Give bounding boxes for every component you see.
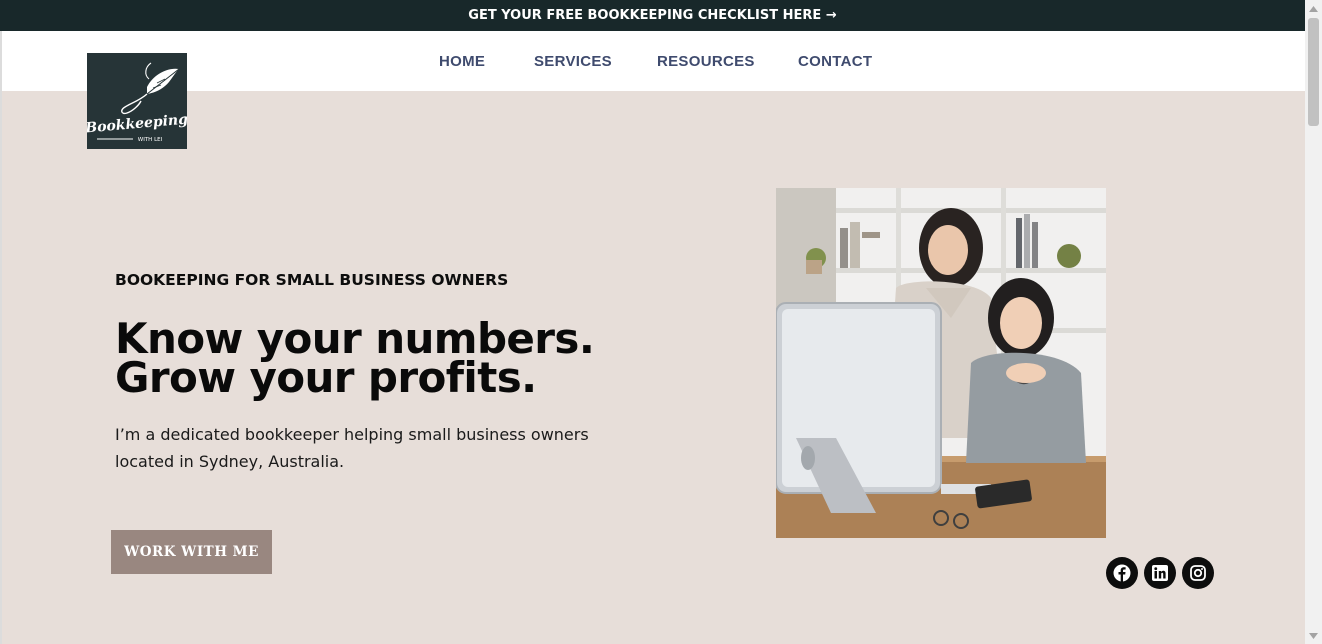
nav-item-resources[interactable]: RESOURCES [657, 53, 755, 70]
scroll-thumb[interactable] [1308, 18, 1319, 126]
announcement-bar[interactable]: GET YOUR FREE BOOKKEEPING CHECKLIST HERE… [0, 0, 1305, 31]
two-women-at-computer-photo [776, 188, 1106, 538]
nav-item-home[interactable]: HOME [439, 53, 485, 70]
logo-wordmark: Bookkeeping [87, 112, 187, 137]
hero-photo [776, 188, 1106, 538]
work-with-me-button[interactable]: WORK WITH ME [111, 530, 272, 574]
scroll-down-arrow[interactable] [1305, 627, 1322, 644]
quill-feather-icon: Bookkeeping WITH LEI [84, 62, 189, 143]
facebook-icon [1113, 564, 1131, 582]
logo-tagline: WITH LEI [138, 137, 163, 143]
hero-intro: I’m a dedicated bookkeeper helping small… [115, 425, 589, 471]
instagram-link[interactable] [1182, 557, 1214, 589]
page-scrollbar[interactable] [1305, 0, 1322, 644]
site-header: HOME SERVICES RESOURCES CONTACT [2, 31, 1305, 91]
main-nav: HOME SERVICES RESOURCES CONTACT [2, 31, 1305, 91]
linkedin-icon [1152, 565, 1168, 581]
linkedin-link[interactable] [1144, 557, 1176, 589]
scroll-up-arrow[interactable] [1305, 0, 1322, 17]
nav-item-services[interactable]: SERVICES [534, 53, 612, 70]
nav-item-contact[interactable]: CONTACT [798, 53, 872, 70]
hero-headline: Know your numbers. Grow your profits. [115, 318, 675, 402]
chevron-down-icon [1309, 632, 1318, 639]
site-logo[interactable]: Bookkeeping WITH LEI [84, 53, 189, 149]
instagram-icon [1190, 565, 1206, 581]
hero-eyebrow: BOOKEEPING FOR SMALL BUSINESS OWNERS [115, 271, 509, 289]
announcement-text[interactable]: GET YOUR FREE BOOKKEEPING CHECKLIST HERE… [468, 8, 836, 23]
chevron-up-icon [1309, 5, 1318, 12]
facebook-link[interactable] [1106, 557, 1138, 589]
headline-line-2: Grow your profits. [115, 353, 537, 402]
hero-section: BOOKEEPING FOR SMALL BUSINESS OWNERS Kno… [2, 91, 1305, 644]
